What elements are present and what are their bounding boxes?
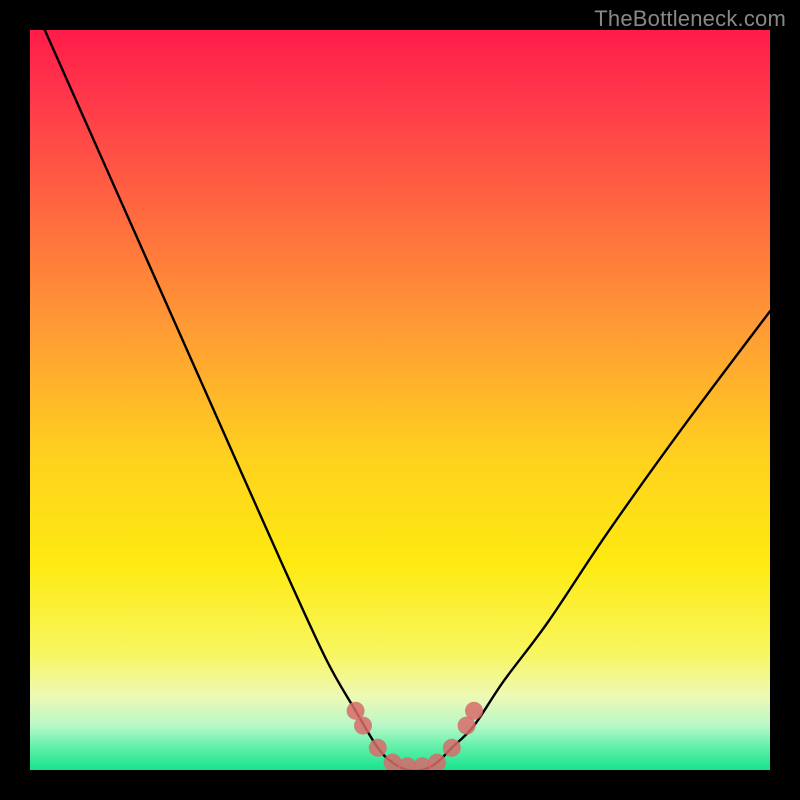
plot-area	[30, 30, 770, 770]
watermark-text: TheBottleneck.com	[594, 6, 786, 32]
bottleneck-curve	[45, 30, 770, 770]
curve-dot	[443, 739, 461, 757]
chart-frame: TheBottleneck.com	[0, 0, 800, 800]
curve-dot	[369, 739, 387, 757]
curve-layer	[30, 30, 770, 770]
bottleneck-dots	[347, 702, 483, 770]
curve-dot	[465, 702, 483, 720]
curve-dot	[354, 717, 372, 735]
